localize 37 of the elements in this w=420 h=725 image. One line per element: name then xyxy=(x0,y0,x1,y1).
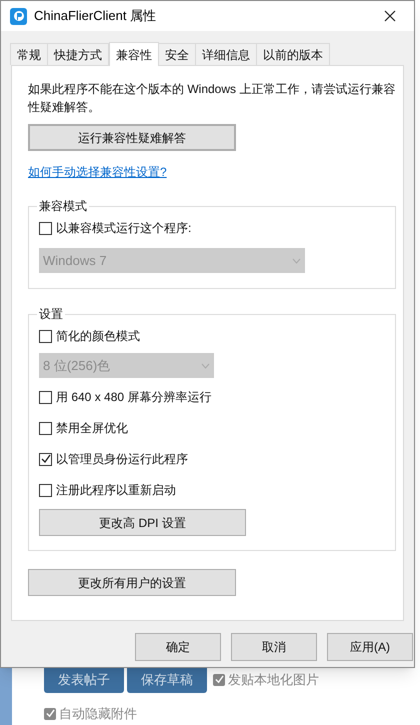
checkbox[interactable] xyxy=(213,674,225,686)
checkbox[interactable] xyxy=(39,452,52,466)
save-draft-button[interactable]: 保存草稿 xyxy=(127,666,207,693)
troubleshoot-button[interactable]: 运行兼容性疑难解答 xyxy=(28,124,236,151)
checkbox[interactable] xyxy=(39,484,52,496)
apply-button[interactable]: 应用(A) xyxy=(327,633,413,661)
tab[interactable]: 以前的版本 xyxy=(256,43,330,65)
checkbox-label: 注册此程序以重新启动 xyxy=(56,482,176,499)
checkbox-label: 发贴本地化图片 xyxy=(228,670,319,689)
group-title: 兼容模式 xyxy=(38,198,88,215)
checkbox-label: 自动隐藏附件 xyxy=(59,705,137,723)
app-icon xyxy=(10,8,27,24)
ok-button[interactable]: 确定 xyxy=(135,633,221,661)
checkbox[interactable] xyxy=(39,390,52,404)
description-text: 如果此程序不能在这个版本的 Windows 上正常工作，请尝试运行兼容性疑难解答。 xyxy=(28,81,396,116)
all-users-settings-button[interactable]: 更改所有用户的设置 xyxy=(28,569,236,596)
checkbox[interactable] xyxy=(39,422,52,434)
tab[interactable]: 常规 xyxy=(10,43,48,65)
tab[interactable]: 快捷方式 xyxy=(47,43,109,65)
tab[interactable]: 兼容性 xyxy=(109,42,159,66)
checkbox-label: 以兼容模式运行这个程序: xyxy=(56,220,192,237)
chevron-down-icon xyxy=(292,258,301,264)
checkbox-label: 简化的颜色模式 xyxy=(56,328,140,345)
chevron-down-icon xyxy=(201,362,210,368)
help-link[interactable]: 如何手动选择兼容性设置? xyxy=(28,163,167,181)
close-icon xyxy=(384,10,396,22)
checkbox-label: 用 640 x 480 屏幕分辨率运行 xyxy=(56,389,212,406)
cancel-button[interactable]: 取消 xyxy=(231,633,317,661)
window-title: ChinaFlierClient 属性 xyxy=(34,7,156,26)
group-title: 设置 xyxy=(38,306,64,323)
dpi-settings-button[interactable]: 更改高 DPI 设置 xyxy=(39,509,246,536)
checkbox[interactable] xyxy=(39,330,52,342)
post-button[interactable]: 发表帖子 xyxy=(44,666,124,693)
checkbox[interactable] xyxy=(39,222,52,234)
checkbox[interactable] xyxy=(44,708,56,720)
checkbox-label: 禁用全屏优化 xyxy=(56,420,128,437)
checkbox-label: 以管理员身份运行此程序 xyxy=(56,451,188,468)
